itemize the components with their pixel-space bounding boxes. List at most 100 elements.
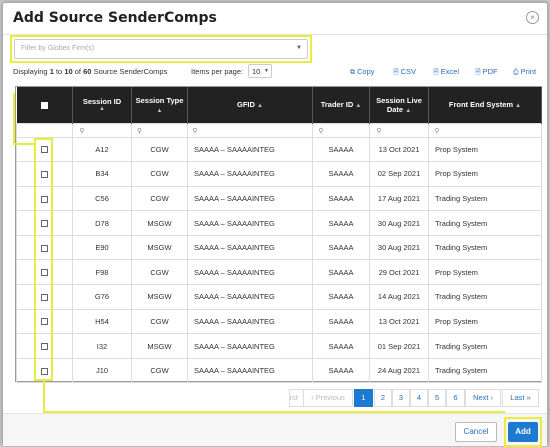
table-row[interactable]: C56 CGW SAAAA – SAAAAINTEG SAAAA 17 Aug 2021…: [16, 185, 542, 212]
live-date-cell: 14 Aug 2021: [369, 284, 429, 310]
session-id-cell: C56: [72, 185, 132, 212]
filter-placeholder: Filter by Globex Firm(s): [21, 45, 95, 52]
first-page-button[interactable]: First: [289, 389, 303, 407]
front-end-cell: Trading System: [428, 357, 542, 384]
page-button-4[interactable]: 4: [410, 389, 428, 407]
table-row[interactable]: A12 CGW SAAAA – SAAAAINTEG SAAAA 13 Oct 2021…: [16, 136, 542, 163]
search-icon: ⚲: [318, 127, 324, 135]
sendercomps-table: Session ID ▲ Session Type ▲ GFID ▲ Trader…: [15, 86, 542, 384]
live-date-cell: 30 Aug 2021: [369, 234, 429, 261]
col-header-session-type[interactable]: Session Type ▲: [131, 87, 188, 123]
session-type-cell: MSGW: [131, 210, 188, 236]
session-id-cell: B34: [72, 161, 132, 187]
checkbox-column-highlight: [34, 138, 53, 381]
table-row[interactable]: G76 MSGW SAAAA – SAAAAINTEG SAAAA 14 Aug 202…: [16, 284, 542, 310]
table-row[interactable]: H54 CGW SAAAA – SAAAAINTEG SAAAA 13 Oct 2021…: [16, 308, 542, 335]
session-id-cell: F98: [72, 259, 132, 286]
select-all-checkbox[interactable]: [40, 101, 48, 109]
front-end-cell: Trading System: [428, 185, 542, 212]
display-count: Displaying 1 to 10 of 60 Source SenderCo…: [13, 67, 168, 76]
live-date-cell: 24 Aug 2021: [369, 357, 429, 384]
page-button-2[interactable]: 2: [374, 389, 392, 407]
dialog-header: Add Source SenderComps ×: [3, 3, 547, 35]
items-per-page-select[interactable]: 10 ▼: [248, 64, 272, 78]
next-page-button[interactable]: Next ›: [465, 389, 501, 407]
copy-button[interactable]: ⧉ Copy: [350, 67, 375, 77]
trader-id-cell: SAAAA: [312, 234, 370, 261]
col-header-trader-id[interactable]: Trader ID ▲: [312, 87, 370, 123]
gfid-cell: SAAAA – SAAAAINTEG: [187, 161, 313, 187]
live-date-cell: 30 Aug 2021: [369, 210, 429, 236]
session-id-cell: E90: [72, 234, 132, 261]
excel-file-icon: 🗎: [433, 69, 439, 76]
cancel-button[interactable]: Cancel: [455, 422, 497, 442]
page-button-1[interactable]: 1: [354, 389, 373, 407]
close-icon[interactable]: ×: [526, 11, 539, 24]
page-button-3[interactable]: 3: [392, 389, 410, 407]
live-date-cell: 01 Sep 2021: [369, 333, 429, 359]
column-filter-row: ⚲ ⚲ ⚲ ⚲ ⚲ ⚲: [16, 122, 542, 138]
search-icon: ⚲: [434, 127, 440, 135]
session-id-cell: D78: [72, 210, 132, 236]
table-row[interactable]: B34 CGW SAAAA – SAAAAINTEG SAAAA 02 Sep 2021…: [16, 161, 542, 187]
last-page-button[interactable]: Last »: [502, 389, 539, 407]
print-icon: ⎙: [513, 69, 519, 76]
chevron-down-icon: ▼: [264, 68, 269, 74]
table-header-row: Session ID ▲ Session Type ▲ GFID ▲ Trader…: [16, 87, 542, 123]
gfid-cell: SAAAA – SAAAAINTEG: [187, 284, 313, 310]
filter-cell-session-id[interactable]: ⚲: [72, 122, 132, 138]
filter-cell-gfid[interactable]: ⚲: [187, 122, 313, 138]
live-date-cell: 13 Oct 2021: [369, 308, 429, 335]
sort-icon: ▲: [405, 107, 412, 114]
gfid-cell: SAAAA – SAAAAINTEG: [187, 210, 313, 236]
gfid-cell: SAAAA – SAAAAINTEG: [187, 333, 313, 359]
filter-cell-session-type[interactable]: ⚲: [131, 122, 188, 138]
session-id-cell: I32: [72, 333, 132, 359]
front-end-cell: Prop System: [428, 136, 542, 163]
table-row[interactable]: I32 MSGW SAAAA – SAAAAINTEG SAAAA 01 Sep 202…: [16, 333, 542, 359]
session-id-cell: J10: [72, 357, 132, 384]
connector-line: [13, 93, 15, 145]
page-button-6[interactable]: 6: [446, 389, 465, 407]
add-button[interactable]: Add: [508, 422, 538, 442]
page-button-5[interactable]: 5: [428, 389, 446, 407]
table-row[interactable]: J10 CGW SAAAA – SAAAAINTEG SAAAA 24 Aug 2021…: [16, 357, 542, 384]
filter-cell-live-date[interactable]: ⚲: [369, 122, 429, 138]
col-header-gfid[interactable]: GFID ▲: [187, 87, 313, 123]
trader-id-cell: SAAAA: [312, 210, 370, 236]
col-header-front-end-system[interactable]: Front End System ▲: [428, 87, 542, 123]
col-header-session-live-date[interactable]: Session Live Date ▲: [369, 87, 429, 123]
filter-cell-trader-id[interactable]: ⚲: [312, 122, 370, 138]
pagination: First ‹ Previous 1 2 3 4 5 6 Next › Last…: [3, 389, 547, 407]
session-id-cell: H54: [72, 308, 132, 335]
session-type-cell: MSGW: [131, 234, 188, 261]
csv-button[interactable]: 🗎 CSV: [393, 67, 416, 79]
session-type-cell: MSGW: [131, 284, 188, 310]
front-end-cell: Trading System: [428, 210, 542, 236]
table-row[interactable]: E90 MSGW SAAAA – SAAAAINTEG SAAAA 30 Aug 202…: [16, 234, 542, 261]
chevron-down-icon: ▼: [296, 45, 302, 51]
filter-cell: [16, 122, 73, 138]
previous-page-button[interactable]: ‹ Previous: [303, 389, 353, 407]
front-end-cell: Trading System: [428, 284, 542, 310]
csv-file-icon: 🗎: [393, 69, 399, 76]
trader-id-cell: SAAAA: [312, 308, 370, 335]
globex-firm-filter[interactable]: Filter by Globex Firm(s) ▼: [14, 39, 308, 59]
pdf-button[interactable]: 🗎 PDF: [475, 67, 498, 79]
table-row[interactable]: D78 MSGW SAAAA – SAAAAINTEG SAAAA 30 Aug 202…: [16, 210, 542, 236]
search-icon: ⚲: [376, 127, 382, 135]
session-id-cell: A12: [72, 136, 132, 163]
col-header-session-id[interactable]: Session ID ▲: [72, 87, 132, 123]
session-type-cell: MSGW: [131, 333, 188, 359]
filter-cell-front-end[interactable]: ⚲: [428, 122, 542, 138]
print-button[interactable]: ⎙ Print: [513, 67, 536, 77]
front-end-cell: Prop System: [428, 308, 542, 335]
table-row[interactable]: F98 CGW SAAAA – SAAAAINTEG SAAAA 29 Oct 2021…: [16, 259, 542, 286]
gfid-cell: SAAAA – SAAAAINTEG: [187, 185, 313, 212]
session-type-cell: CGW: [131, 136, 188, 163]
excel-button[interactable]: 🗎 Excel: [433, 67, 459, 79]
pdf-file-icon: 🗎: [475, 69, 481, 76]
trader-id-cell: SAAAA: [312, 136, 370, 163]
dialog-footer: Cancel Add: [3, 413, 547, 447]
session-type-cell: CGW: [131, 185, 188, 212]
